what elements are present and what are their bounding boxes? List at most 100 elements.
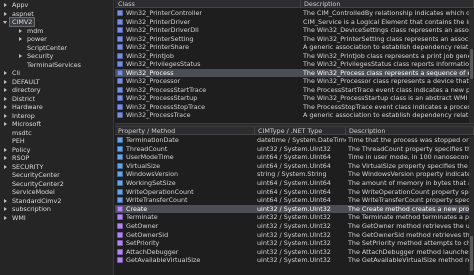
tree-item-default[interactable]: DEFAULT: [3, 78, 42, 86]
property-row[interactable]: WindowsVersion string / System.String The …: [115, 170, 474, 178]
expand-arrow-icon[interactable]: [3, 121, 9, 127]
tree-item-cli[interactable]: Cli: [3, 69, 22, 77]
property-row[interactable]: TerminationDate datetime / System.DateTim…: [115, 136, 474, 144]
namespace-tree[interactable]: Appv aspnet CIMV2 mdm power ScriptCenter Secur…: [0, 0, 114, 275]
member-description-cell: The Create method creates a new process.…: [348, 204, 469, 213]
tree-item-mdm[interactable]: mdm: [18, 27, 46, 35]
class-row[interactable]: Win32_PrinterShare A generic association …: [115, 43, 474, 51]
member-name: WindowsVersion: [126, 170, 179, 179]
tree-item-scriptcenter[interactable]: ScriptCenter: [18, 44, 69, 52]
method-row[interactable]: GetOwner uint32 / System.UInt32 The GetOwn…: [115, 222, 474, 230]
tree-item-label: TerminalServices: [27, 60, 81, 69]
collapse-arrow-icon[interactable]: [3, 19, 9, 25]
tree-item-aspnet[interactable]: aspnet: [3, 10, 36, 18]
method-row[interactable]: Terminate uint32 / System.UInt32 The Termi…: [115, 213, 474, 221]
class-list-scroll-thumb[interactable]: [470, 49, 473, 79]
member-name-cell: Create: [115, 205, 255, 213]
method-row[interactable]: Create uint32 / System.UInt32 The Create m…: [115, 204, 474, 213]
expand-arrow-icon[interactable]: [3, 79, 9, 85]
tree-item-peh[interactable]: PEH: [3, 137, 27, 145]
expand-arrow-icon[interactable]: [3, 164, 9, 170]
member-type-cell: string / System.String: [257, 170, 327, 179]
class-list-scrollbar[interactable]: [469, 9, 474, 123]
tree-item-power[interactable]: power: [18, 35, 49, 43]
expand-arrow-icon[interactable]: [3, 147, 9, 153]
member-description-cell: The WriteTransferCount property specifie…: [348, 196, 469, 205]
tree-item-securitycenter2[interactable]: SecurityCenter2: [3, 180, 66, 188]
class-description-cell: The Win32_PrinterSetting class represent…: [303, 34, 469, 43]
tree-item-label: msdtc: [12, 128, 32, 137]
tree-item-rsop[interactable]: RSOP: [3, 154, 31, 162]
property-row[interactable]: WriteOperationCount uint64 / System.UInt6…: [115, 188, 474, 196]
method-row[interactable]: SetPriority uint32 / System.UInt32 The Set…: [115, 239, 474, 247]
members-scrollbar[interactable]: [469, 136, 474, 275]
tree-item-servicemodel[interactable]: ServiceModel: [3, 188, 57, 196]
tree-item-standardcimv2[interactable]: StandardCimv2: [3, 197, 63, 205]
expand-arrow-icon[interactable]: [3, 113, 9, 119]
expand-arrow-icon[interactable]: [18, 53, 24, 59]
method-icon: [117, 257, 123, 264]
member-name-cell: AttachDebugger: [115, 248, 255, 256]
member-name-cell: WorkingSetSize: [115, 179, 255, 187]
method-row[interactable]: GetAvailableVirtualSize uint32 / System.U…: [115, 256, 474, 264]
expand-arrow-icon[interactable]: [18, 36, 24, 42]
expand-arrow-icon[interactable]: [3, 215, 9, 221]
class-row[interactable]: Win32_PrinterDriverDll The Win32_DeviceSe…: [115, 26, 474, 34]
member-type-cell: uint64 / System.UInt64: [257, 196, 331, 205]
property-row[interactable]: WorkingSetSize uint64 / System.UInt64 The …: [115, 179, 474, 187]
tree-item-securitycenter[interactable]: SecurityCenter: [3, 171, 62, 179]
expand-arrow-icon[interactable]: [18, 28, 24, 34]
class-row[interactable]: Win32_ProcessStopTrace The ProcessStopTra…: [115, 103, 474, 111]
tree-item-policy[interactable]: Policy: [3, 146, 32, 154]
class-row[interactable]: Win32_Process The Win32_Process class rep…: [115, 68, 474, 77]
expand-arrow-icon[interactable]: [3, 2, 9, 8]
class-row[interactable]: Win32_PrinterSetting The Win32_PrinterSet…: [115, 35, 474, 43]
tree-item-directory[interactable]: directory: [3, 86, 43, 94]
property-row[interactable]: VirtualSize uint64 / System.UInt64 The Vir…: [115, 162, 474, 170]
members-scroll-thumb[interactable]: [470, 236, 473, 271]
class-icon: [117, 27, 123, 33]
method-row[interactable]: AttachDebugger uint32 / System.UInt32 The …: [115, 248, 474, 256]
method-icon: [117, 231, 123, 238]
tree-item-security[interactable]: Security: [18, 52, 55, 60]
expand-arrow-icon[interactable]: [3, 198, 9, 204]
class-row[interactable]: Win32_PrinterController The CIM_Controlle…: [115, 9, 474, 17]
tree-item-interop[interactable]: Interop: [3, 112, 37, 120]
property-row[interactable]: ThreadCount uint32 / System.UInt32 The Thr…: [115, 145, 474, 153]
property-row[interactable]: UserModeTime uint64 / System.UInt64 Time i…: [115, 153, 474, 161]
member-type-cell: uint64 / System.UInt64: [257, 161, 331, 170]
property-method-column-header[interactable]: Property / Method: [115, 127, 255, 135]
class-row[interactable]: Win32_PrintJob The Win32_PrintJob class r…: [115, 52, 474, 60]
expand-arrow-icon[interactable]: [3, 87, 9, 93]
expand-arrow-icon[interactable]: [3, 11, 9, 17]
class-row[interactable]: Win32_PrinterDriver CIM_Service is a Logi…: [115, 18, 474, 26]
expand-arrow-icon[interactable]: [3, 70, 9, 76]
class-row[interactable]: Win32_Processor The Win32_Processor class…: [115, 77, 474, 85]
expand-arrow-icon[interactable]: [3, 104, 9, 110]
tree-item-msdtc[interactable]: msdtc: [3, 129, 34, 137]
type-column-header[interactable]: CIMType / .NET Type: [255, 127, 346, 135]
class-column-header[interactable]: Class: [115, 0, 301, 8]
member-description-column-header[interactable]: Description: [346, 127, 474, 135]
class-row[interactable]: Win32_ProcessTrace A generic association …: [115, 111, 474, 119]
tree-item-appv[interactable]: Appv: [3, 1, 30, 9]
expand-arrow-icon[interactable]: [3, 155, 9, 161]
class-icon: [117, 69, 123, 76]
tree-item-subscription[interactable]: subscription: [3, 205, 53, 213]
tree-item-hardware[interactable]: Hardware: [3, 103, 45, 111]
class-row[interactable]: Win32_ProcessStartup The Win32_ProcessSta…: [115, 94, 474, 102]
member-description-cell: The amount of memory in bytes that a pro…: [348, 179, 469, 187]
class-row[interactable]: Win32_ProcessStartTrace The ProcessStartT…: [115, 86, 474, 94]
tree-item-wmi[interactable]: WMI: [3, 214, 28, 222]
class-row[interactable]: Win32_PrivilegesStatus The Win32_Privileg…: [115, 60, 474, 68]
tree-item-cimv2[interactable]: CIMV2: [3, 17, 36, 27]
expand-arrow-icon[interactable]: [3, 96, 9, 102]
tree-item-terminalservices[interactable]: TerminalServices: [18, 61, 83, 69]
method-row[interactable]: GetOwnerSid uint32 / System.UInt32 The Get…: [115, 231, 474, 239]
property-row[interactable]: WriteTransferCount uint64 / System.UInt64…: [115, 196, 474, 204]
expand-arrow-icon[interactable]: [3, 206, 9, 212]
description-column-header[interactable]: Description: [301, 0, 474, 8]
tree-item-microsoft[interactable]: Microsoft: [3, 120, 43, 128]
tree-item-district[interactable]: District: [3, 95, 37, 103]
tree-item-security[interactable]: SECURITY: [3, 163, 45, 171]
